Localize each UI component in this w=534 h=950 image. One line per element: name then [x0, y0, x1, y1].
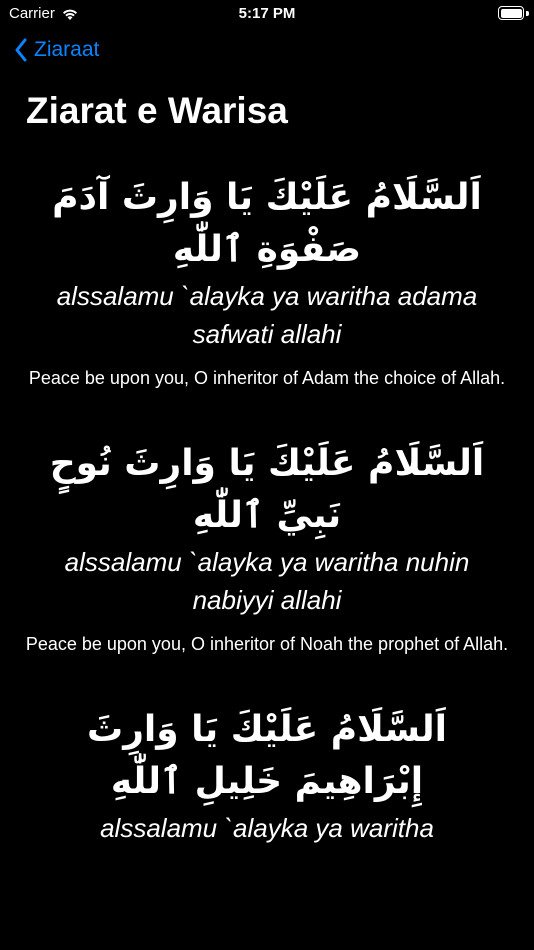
verse-arabic: اَلسَّلَامُ عَلَيْكَ يَا وَارِثَ إِبْرَا…	[87, 709, 447, 803]
back-button[interactable]: Ziaraat	[14, 38, 99, 62]
verse-transliteration: alssalamu `alayka ya waritha nuhin nabiy…	[64, 547, 470, 616]
verse-item: اَلسَّلَامُ عَلَيْكَ يَا وَارِثَ آدَمَ ص…	[0, 172, 534, 390]
verse-arabic: اَلسَّلَامُ عَلَيْكَ يَا وَارِثَ نُوحٍ ن…	[49, 443, 485, 537]
verse-transliteration: alssalamu `alayka ya waritha	[100, 813, 434, 844]
verse-arabic: اَلسَّلَامُ عَلَيْكَ يَا وَارِثَ آدَمَ ص…	[52, 177, 482, 271]
verse-translation: Peace be upon you, O inheritor of Adam t…	[28, 367, 506, 388]
verse-item: اَلسَّلَامُ عَلَيْكَ يَا وَارِثَ نُوحٍ ن…	[0, 438, 534, 656]
page-title: Ziarat e Warisa	[26, 90, 288, 131]
status-time: 5:17 PM	[238, 5, 296, 22]
status-bar: Carrier 5:17 PM	[0, 0, 534, 30]
verse-transliteration: alssalamu `alayka ya waritha adama safwa…	[56, 281, 478, 350]
battery-icon	[498, 6, 524, 20]
chevron-left-icon	[15, 38, 27, 62]
verse-translation: Peace be upon you, O inheritor of Noah t…	[25, 633, 509, 654]
back-button-label: Ziaraat	[34, 38, 100, 61]
verse-list: اَلسَّلَامُ عَلَيْكَ يَا وَارِثَ آدَمَ ص…	[0, 172, 534, 896]
battery-tip	[526, 11, 529, 16]
verse-item: اَلسَّلَامُ عَلَيْكَ يَا وَارِثَ إِبْرَا…	[0, 704, 534, 848]
